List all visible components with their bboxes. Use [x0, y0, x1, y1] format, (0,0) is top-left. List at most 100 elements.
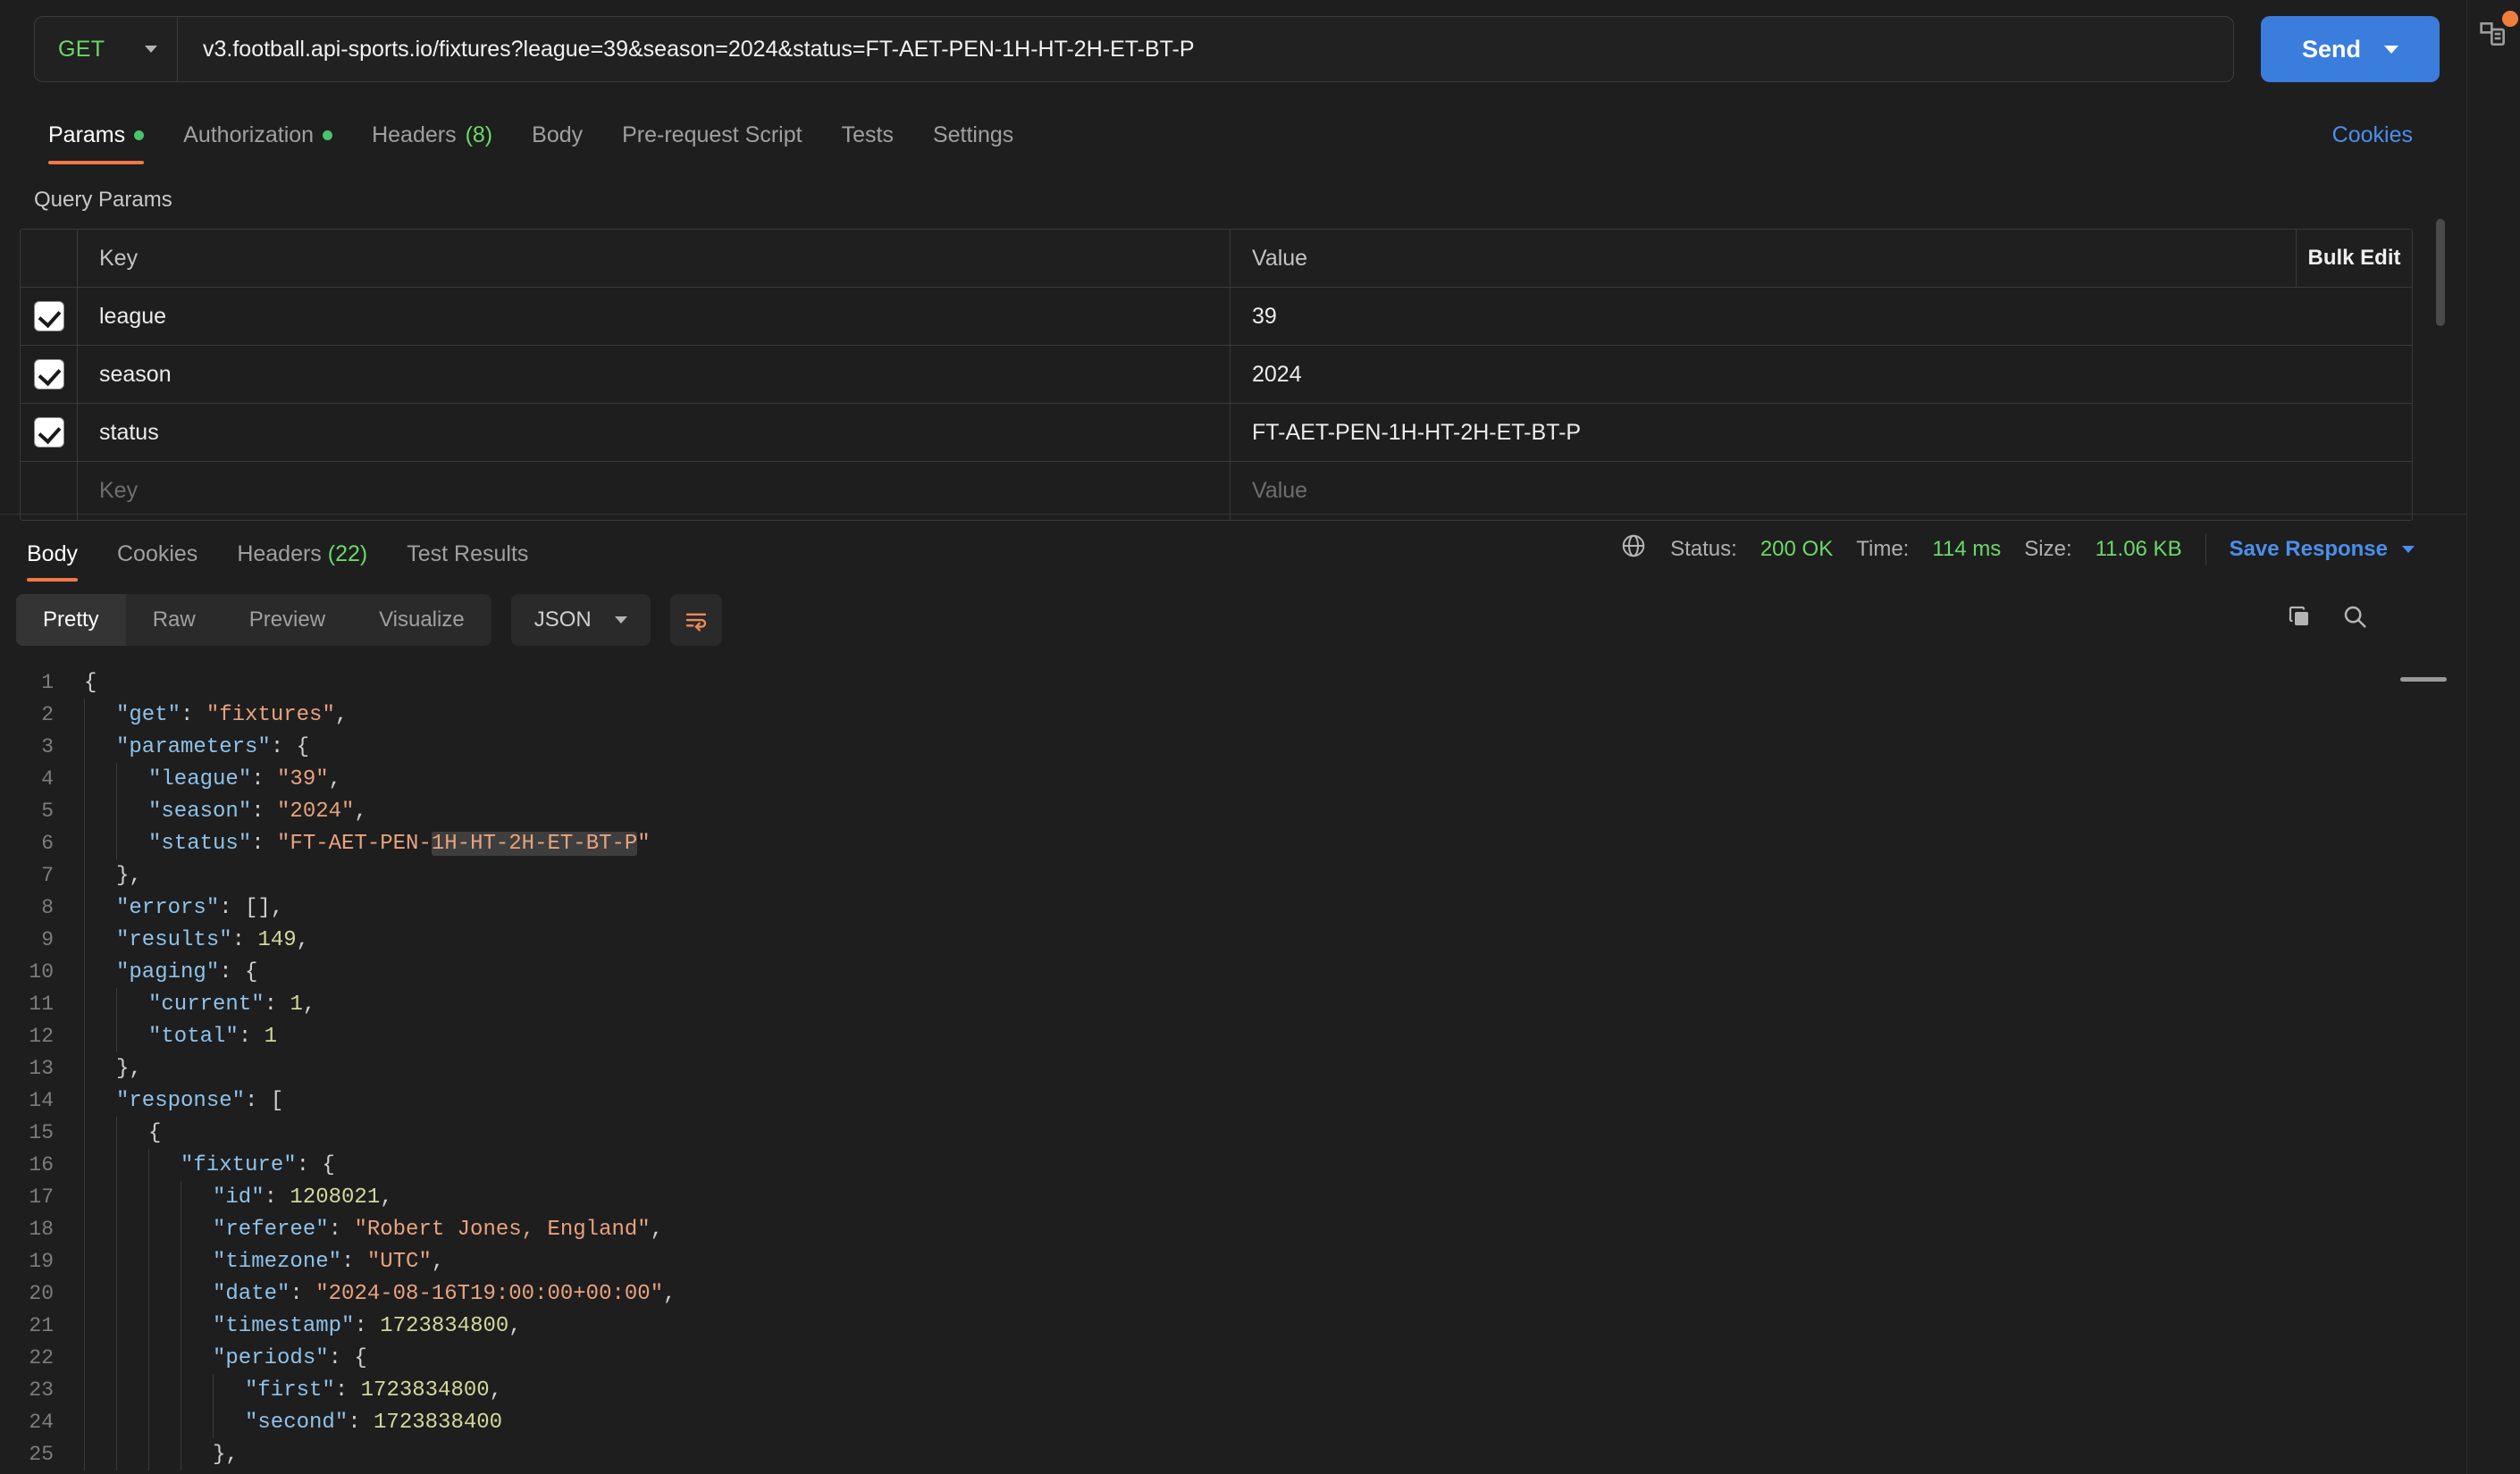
- view-mode-preview[interactable]: Preview: [223, 594, 352, 646]
- params-scrollbar[interactable]: [2436, 219, 2445, 326]
- response-tab-test-results-label: Test Results: [407, 541, 529, 566]
- param-key[interactable]: league: [78, 288, 1231, 345]
- method-selector[interactable]: GET: [35, 17, 178, 81]
- line-number: 1: [41, 671, 54, 694]
- tab-settings-label: Settings: [932, 122, 1014, 147]
- view-mode-raw[interactable]: Raw: [126, 594, 223, 646]
- line-number: 18: [29, 1218, 54, 1241]
- status-value: 200 OK: [1760, 536, 1834, 561]
- response-tab-body[interactable]: Body: [7, 541, 97, 582]
- code-scrollbar[interactable]: [2400, 677, 2447, 682]
- tab-pre-request-script[interactable]: Pre-request Script: [602, 122, 821, 164]
- code-text: "league": "39",: [148, 766, 342, 791]
- code-text: "periods": {: [213, 1345, 367, 1370]
- query-params-title: Query Params: [34, 188, 172, 212]
- param-value[interactable]: 2024: [1231, 346, 2412, 403]
- size-label: Size:: [2024, 536, 2072, 561]
- checkbox-checked-icon[interactable]: [34, 418, 63, 447]
- tab-headers[interactable]: Headers (8): [352, 122, 512, 164]
- send-button[interactable]: Send: [2261, 16, 2440, 82]
- line-number: 23: [29, 1378, 54, 1402]
- code-line: 11 "current": 1,: [0, 988, 2466, 1020]
- line-number: 4: [41, 767, 54, 791]
- response-tab-body-label: Body: [27, 541, 78, 566]
- tab-body[interactable]: Body: [512, 122, 602, 164]
- request-tabs: Params Authorization Headers (8) Body Pr…: [0, 98, 2466, 164]
- tab-params[interactable]: Params: [29, 122, 164, 164]
- indent-guides: [77, 988, 148, 1020]
- param-value[interactable]: FT-AET-PEN-1H-HT-2H-ET-BT-P: [1231, 404, 2412, 461]
- code-text: "timezone": "UTC",: [213, 1249, 445, 1274]
- tab-tests[interactable]: Tests: [822, 122, 913, 164]
- code-text: {: [148, 1120, 162, 1145]
- line-number: 5: [41, 800, 54, 823]
- indent-guides: [77, 1052, 116, 1085]
- tab-params-label: Params: [48, 122, 126, 147]
- response-tab-cookies[interactable]: Cookies: [97, 541, 217, 582]
- row-checkbox-cell: [21, 462, 78, 520]
- line-number: 16: [29, 1153, 54, 1177]
- search-icon[interactable]: [2341, 603, 2368, 634]
- query-params-table: Key Value Bulk Edit league 39 season 202…: [20, 229, 2413, 521]
- format-selector[interactable]: JSON: [510, 593, 651, 646]
- response-meta: Status: 200 OK Time: 114 ms Size: 11.06 …: [1620, 532, 2415, 565]
- code-text: "season": "2024",: [148, 799, 367, 824]
- line-number: 17: [29, 1185, 54, 1209]
- save-response-button[interactable]: Save Response: [2230, 537, 2415, 562]
- divider: [2205, 532, 2206, 565]
- new-param-key-input[interactable]: Key: [78, 462, 1231, 520]
- param-key[interactable]: season: [78, 346, 1231, 403]
- row-checkbox-cell[interactable]: [21, 404, 78, 461]
- tab-body-label: Body: [532, 122, 584, 147]
- postman-window: GET v3.football.api-sports.io/fixtures?l…: [0, 0, 2520, 1474]
- url-input[interactable]: v3.football.api-sports.io/fixtures?leagu…: [178, 37, 2233, 63]
- row-checkbox-cell[interactable]: [21, 288, 78, 345]
- tab-headers-label: Headers: [372, 122, 457, 147]
- send-label: Send: [2301, 35, 2361, 63]
- code-text: },: [213, 1442, 239, 1467]
- tab-authorization-label: Authorization: [183, 122, 315, 147]
- right-sidebar: [2466, 0, 2520, 1474]
- line-number: 3: [41, 735, 54, 758]
- response-body-code[interactable]: 1{2 "get": "fixtures", 3 "parameters": {4 "l…: [0, 666, 2466, 1474]
- line-number: 13: [29, 1057, 54, 1080]
- indent-guides: [77, 666, 84, 699]
- line-number: 15: [29, 1121, 54, 1144]
- indent-guides: [77, 1020, 148, 1052]
- response-tab-test-results[interactable]: Test Results: [387, 541, 548, 582]
- chevron-down-icon: [145, 46, 157, 53]
- size-value: 11.06 KB: [2095, 536, 2182, 561]
- tab-authorization[interactable]: Authorization: [164, 122, 352, 164]
- send-chevron-down-icon[interactable]: [2384, 45, 2398, 54]
- code-text: "timestamp": 1723834800,: [213, 1313, 522, 1338]
- line-number: 12: [29, 1025, 54, 1048]
- view-mode-pretty[interactable]: Pretty: [16, 593, 126, 646]
- code-text: "referee": "Robert Jones, England",: [213, 1217, 664, 1242]
- word-wrap-button[interactable]: [669, 593, 722, 646]
- code-line: 24 "second": 1723838400: [0, 1406, 2466, 1438]
- param-key[interactable]: status: [78, 404, 1231, 461]
- chevron-down-icon: [614, 616, 627, 624]
- checkbox-checked-icon[interactable]: [34, 302, 63, 331]
- copy-icon[interactable]: [2286, 603, 2313, 634]
- param-value[interactable]: 39: [1231, 288, 2412, 345]
- response-tab-headers[interactable]: Headers (22): [217, 541, 387, 582]
- tab-settings[interactable]: Settings: [913, 122, 1033, 164]
- documentation-icon[interactable]: [2475, 11, 2518, 54]
- new-param-value-input[interactable]: Value: [1231, 462, 2412, 520]
- view-mode-visualize[interactable]: Visualize: [352, 594, 491, 646]
- line-number: 21: [29, 1314, 54, 1337]
- checkbox-checked-icon[interactable]: [34, 360, 63, 389]
- row-checkbox-cell[interactable]: [21, 346, 78, 403]
- code-text: "paging": {: [116, 959, 258, 984]
- time-value: 114 ms: [1932, 536, 2002, 561]
- code-line: 18 "referee": "Robert Jones, England",: [0, 1213, 2466, 1245]
- code-line: 15 {: [0, 1117, 2466, 1149]
- table-header-row: Key Value Bulk Edit: [21, 230, 2412, 288]
- bulk-edit-button[interactable]: Bulk Edit: [2296, 230, 2412, 287]
- code-text: "status": "FT-AET-PEN-1H-HT-2H-ET-BT-P": [148, 831, 651, 856]
- line-number: 22: [29, 1346, 54, 1369]
- line-number: 24: [29, 1411, 54, 1434]
- code-text: "results": 149,: [116, 927, 310, 952]
- cookies-link[interactable]: Cookies: [2332, 122, 2413, 148]
